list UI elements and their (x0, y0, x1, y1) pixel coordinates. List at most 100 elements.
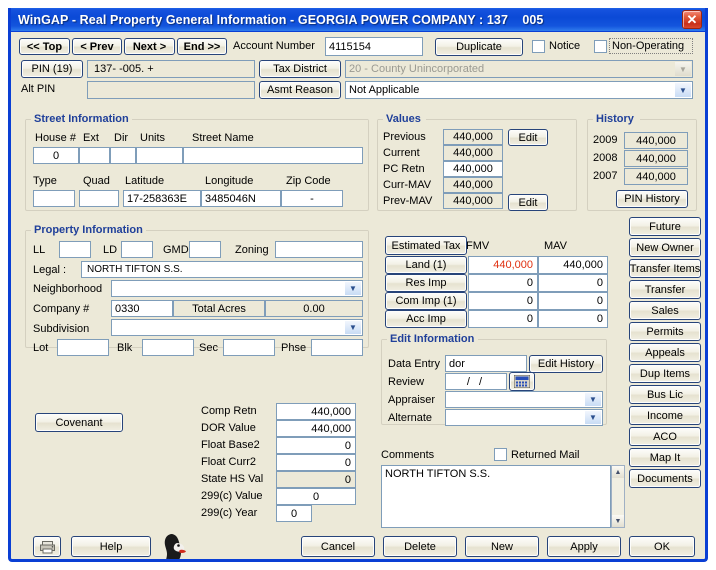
tax-grid-mav-value[interactable]: 0 (538, 310, 608, 328)
non-operating-checkbox[interactable] (594, 40, 607, 53)
tax-grid-row-button[interactable]: Res Imp (385, 274, 467, 292)
tax-grid-row-button[interactable]: Com Imp (1) (385, 292, 467, 310)
covenant-button[interactable]: Covenant (35, 413, 123, 432)
quad-input[interactable] (79, 190, 119, 207)
chevron-down-icon[interactable]: ▼ (345, 321, 361, 334)
tax-grid-fmv-value[interactable]: 0 (468, 292, 538, 310)
side-button-income[interactable]: Income (629, 406, 701, 425)
side-button-permits[interactable]: Permits (629, 322, 701, 341)
tax-grid-mav-value[interactable]: 440,000 (538, 256, 608, 274)
legal-input[interactable]: NORTH TIFTON S.S. (81, 261, 363, 278)
cancel-button[interactable]: Cancel (301, 536, 375, 557)
street-name-input[interactable] (183, 147, 363, 164)
neighborhood-combo[interactable]: ▼ (111, 280, 363, 297)
history-value-field[interactable]: 440,000 (624, 168, 688, 185)
gmd-input[interactable] (189, 241, 221, 258)
side-button-transfer[interactable]: Transfer (629, 280, 701, 299)
edit-history-button[interactable]: Edit History (529, 355, 603, 373)
ok-button[interactable]: OK (629, 536, 695, 557)
lot-input[interactable] (57, 339, 109, 356)
tax-grid-fmv-value[interactable]: 0 (468, 274, 538, 292)
values-row-input[interactable]: 440,000 (443, 161, 503, 177)
scroll-down-icon[interactable]: ▼ (612, 515, 624, 527)
sec-input[interactable] (223, 339, 275, 356)
units-input[interactable] (136, 147, 183, 164)
tax-grid-row-button[interactable]: Acc Imp (385, 310, 467, 328)
chevron-down-icon[interactable]: ▼ (675, 83, 691, 97)
tax-district-button[interactable]: Tax District (259, 60, 341, 78)
company-number-input[interactable]: 0330 (111, 300, 173, 317)
values-row-input[interactable]: 440,000 (443, 193, 503, 209)
appraiser-combo[interactable]: ▼ (445, 391, 603, 408)
pin-button[interactable]: PIN (19) (21, 60, 83, 78)
pin-history-button[interactable]: PIN History (616, 190, 688, 208)
ld-input[interactable] (121, 241, 153, 258)
chevron-down-icon[interactable]: ▼ (585, 393, 601, 406)
review-date-input[interactable]: / / (445, 373, 507, 390)
side-button-aco[interactable]: ACO (629, 427, 701, 446)
longitude-input[interactable]: 3485046N (201, 190, 281, 207)
tax-grid-fmv-value[interactable]: 440,000 (468, 256, 538, 274)
comp-row-input[interactable]: 0 (276, 437, 356, 454)
values-row-input[interactable]: 440,000 (443, 145, 503, 161)
tax-grid-row-button[interactable]: Land (1) (385, 256, 467, 274)
data-entry-input[interactable]: dor (445, 355, 527, 372)
blk-input[interactable] (142, 339, 194, 356)
comments-textarea[interactable]: NORTH TIFTON S.S. (381, 465, 611, 528)
alternate-combo[interactable]: ▼ (445, 409, 603, 426)
pin-value-field[interactable]: 137- -005. + (87, 60, 255, 78)
comments-scrollbar[interactable]: ▲ ▼ (611, 465, 625, 528)
tax-district-combo[interactable]: 20 - County Unincorporated ▼ (345, 60, 693, 78)
mascot-icon[interactable] (159, 532, 193, 559)
ll-input[interactable] (59, 241, 91, 258)
scroll-up-icon[interactable]: ▲ (612, 466, 624, 478)
side-button-bus-lic[interactable]: Bus Lic (629, 385, 701, 404)
estimated-tax-button[interactable]: Estimated Tax (385, 236, 467, 255)
subdivision-combo[interactable]: ▼ (111, 319, 363, 336)
apply-button[interactable]: Apply (547, 536, 621, 557)
history-value-field[interactable]: 440,000 (624, 132, 688, 149)
side-button-transfer-items[interactable]: Transfer Items (629, 259, 701, 278)
comp-row-input[interactable]: 0 (276, 488, 356, 505)
comp-row-input[interactable]: 440,000 (276, 420, 356, 437)
chevron-down-icon[interactable]: ▼ (585, 411, 601, 424)
house-number-input[interactable]: 0 (33, 147, 79, 164)
notice-checkbox[interactable] (532, 40, 545, 53)
ext-input[interactable] (79, 147, 110, 164)
values-row-input[interactable]: 440,000 (443, 129, 503, 145)
type-input[interactable] (33, 190, 75, 207)
side-button-appeals[interactable]: Appeals (629, 343, 701, 362)
alt-pin-field[interactable] (87, 81, 255, 99)
side-button-dup-items[interactable]: Dup Items (629, 364, 701, 383)
phse-input[interactable] (311, 339, 363, 356)
latitude-input[interactable]: 17-258363E (123, 190, 201, 207)
zip-code-input[interactable]: - (281, 190, 343, 207)
side-button-new-owner[interactable]: New Owner (629, 238, 701, 257)
side-button-sales[interactable]: Sales (629, 301, 701, 320)
comp-row-input[interactable]: 0 (276, 471, 356, 488)
tax-grid-mav-value[interactable]: 0 (538, 274, 608, 292)
nav-end-button[interactable]: End >> (177, 38, 227, 55)
duplicate-button[interactable]: Duplicate (435, 38, 523, 56)
asmt-reason-combo[interactable]: Not Applicable ▼ (345, 81, 693, 99)
chevron-down-icon[interactable]: ▼ (345, 282, 361, 295)
delete-button[interactable]: Delete (383, 536, 457, 557)
side-button-future[interactable]: Future (629, 217, 701, 236)
comp-row-input[interactable]: 0 (276, 454, 356, 471)
dir-input[interactable] (110, 147, 136, 164)
chevron-down-icon[interactable]: ▼ (675, 62, 691, 76)
asmt-reason-button[interactable]: Asmt Reason (259, 81, 341, 99)
tax-grid-fmv-value[interactable]: 0 (468, 310, 538, 328)
help-button[interactable]: Help (71, 536, 151, 557)
comp-row-input[interactable]: 0 (276, 505, 312, 522)
zoning-input[interactable] (275, 241, 363, 258)
nav-top-button[interactable]: << Top (19, 38, 70, 55)
close-icon[interactable]: ✕ (682, 10, 702, 29)
values-edit-top-button[interactable]: Edit (508, 129, 548, 146)
nav-prev-button[interactable]: < Prev (72, 38, 122, 55)
account-number-input[interactable]: 4115154 (325, 37, 423, 56)
returned-mail-checkbox[interactable] (494, 448, 507, 461)
new-button[interactable]: New (465, 536, 539, 557)
printer-icon[interactable] (33, 536, 61, 557)
side-button-documents[interactable]: Documents (629, 469, 701, 488)
